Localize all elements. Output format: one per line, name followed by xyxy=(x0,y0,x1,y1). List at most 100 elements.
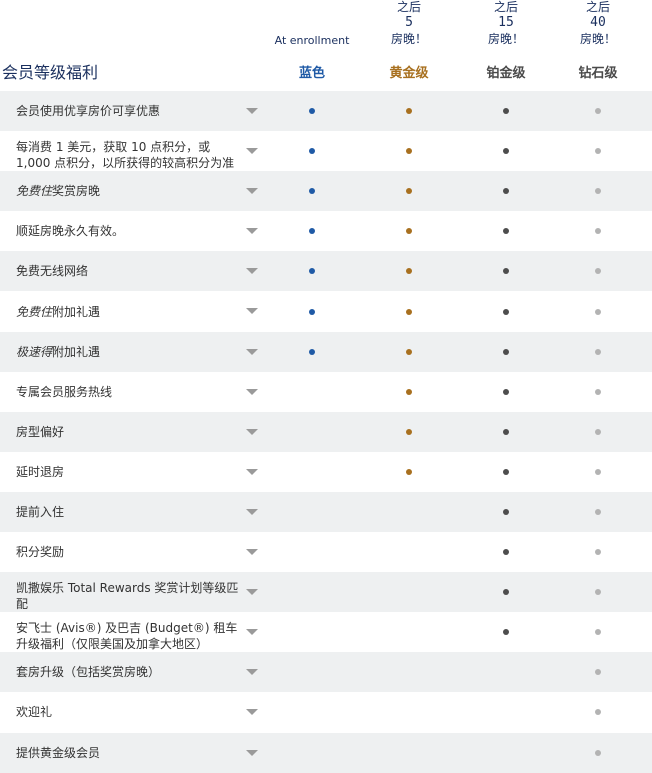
tier-included-dot-platinum xyxy=(503,188,509,195)
tier-name-gold: 黄金级 xyxy=(389,66,429,81)
benefit-label: 房型偏好 xyxy=(16,424,65,439)
tier-name-diamond: 钻石级 xyxy=(578,66,618,81)
tier-included-dot-diamond xyxy=(595,428,601,435)
benefit-label: 积分奖励 xyxy=(16,545,65,560)
tier-included-dot-gold xyxy=(406,348,412,355)
benefit-row[interactable]: 免费住奖赏房晚 xyxy=(0,171,652,212)
benefit-label: 会员使用优享房价可享优惠 xyxy=(16,104,161,119)
benefit-label-italic: 免费住 xyxy=(16,184,53,199)
table-title: 会员等级福利 xyxy=(2,63,99,82)
after-label: 之后 xyxy=(396,0,421,14)
tier-included-dot-platinum xyxy=(503,108,509,115)
nights-label: 房晚！ xyxy=(579,32,616,46)
tier-included-dot-diamond xyxy=(595,268,601,275)
tier-included-dot-blue xyxy=(309,348,315,355)
expand-chevron-icon[interactable] xyxy=(246,428,258,435)
tier-included-dot-blue xyxy=(309,268,315,275)
tier-included-dot-diamond xyxy=(595,148,601,155)
nights-required: 40 xyxy=(590,15,606,30)
benefit-row[interactable]: 提前入住 xyxy=(0,491,652,533)
benefit-label-rest: 附加礼遇 xyxy=(52,304,101,319)
tier-included-dot-blue xyxy=(309,188,315,195)
expand-chevron-icon[interactable] xyxy=(246,228,258,235)
expand-chevron-icon[interactable] xyxy=(246,268,258,275)
tier-included-dot-gold xyxy=(406,108,412,115)
tier-included-dot-blue xyxy=(309,308,315,315)
expand-chevron-icon[interactable] xyxy=(246,468,258,475)
tier-included-dot-platinum xyxy=(503,228,509,235)
benefit-label-rest: 附加礼遇 xyxy=(52,344,101,359)
expand-chevron-icon[interactable] xyxy=(246,589,258,596)
expand-chevron-icon[interactable] xyxy=(246,188,258,195)
enrollment-label: At enrollment xyxy=(274,34,350,47)
tier-included-dot-platinum xyxy=(503,508,509,515)
tier-column-gold: 之后 5 房晚！ 黄金级 xyxy=(361,0,457,81)
benefit-row[interactable]: 凯撒娱乐 Total Rewards 奖赏计划等级匹配 xyxy=(0,572,652,613)
benefit-label: 免费住附加礼遇 xyxy=(16,304,242,320)
tier-included-dot-diamond xyxy=(595,348,601,355)
tier-included-dot-diamond xyxy=(595,188,601,195)
tier-included-dot-platinum xyxy=(503,589,509,596)
tier-included-dot-diamond xyxy=(595,228,601,235)
tier-included-dot-gold xyxy=(406,388,412,395)
tier-included-dot-diamond xyxy=(595,508,601,515)
tier-included-dot-diamond xyxy=(595,468,601,475)
benefit-label: 凯撒娱乐 Total Rewards 奖赏计划等级匹配 xyxy=(16,581,239,612)
benefit-row[interactable]: 免费无线网络 xyxy=(0,251,652,292)
tier-included-dot-platinum xyxy=(503,468,509,475)
benefit-row[interactable]: 每消费 1 美元，获取 10 点积分，或 1,000 点积分，以所获得的较高积分… xyxy=(0,131,652,171)
benefit-label: 极速得附加礼遇 xyxy=(16,344,242,360)
expand-chevron-icon[interactable] xyxy=(246,348,258,355)
expand-chevron-icon[interactable] xyxy=(246,629,258,636)
tier-included-dot-gold xyxy=(406,228,412,235)
tier-included-dot-platinum xyxy=(503,148,509,155)
tier-included-dot-platinum xyxy=(503,629,509,636)
expand-chevron-icon[interactable] xyxy=(246,148,258,155)
expand-chevron-icon[interactable] xyxy=(246,549,258,556)
benefit-row[interactable]: 顺延房晚永久有效。 xyxy=(0,211,652,251)
benefit-row[interactable]: 安飞士 (Avis®) 及巴吉 (Budget®) 租车升级福利（仅限美国及加拿… xyxy=(0,612,652,652)
benefit-label: 欢迎礼 xyxy=(16,705,53,720)
expand-chevron-icon[interactable] xyxy=(246,508,258,515)
benefit-row[interactable]: 会员使用优享房价可享优惠 xyxy=(0,91,652,132)
tier-name-platinum: 铂金级 xyxy=(486,66,526,81)
expand-chevron-icon[interactable] xyxy=(246,108,258,114)
expand-chevron-icon[interactable] xyxy=(246,388,258,395)
tier-included-dot-gold xyxy=(406,308,412,315)
tier-included-dot-platinum xyxy=(503,428,509,435)
benefit-row[interactable]: 房型偏好 xyxy=(0,411,652,452)
benefit-label: 免费住奖赏房晚 xyxy=(16,183,242,199)
tier-included-dot-blue xyxy=(309,108,315,115)
tier-included-dot-platinum xyxy=(503,388,509,395)
tier-included-dot-diamond xyxy=(595,709,601,716)
tier-included-dot-diamond xyxy=(595,749,601,756)
benefit-row[interactable]: 免费住附加礼遇 xyxy=(0,291,652,331)
benefit-row[interactable]: 专属会员服务热线 xyxy=(0,372,652,412)
tier-column-diamond: 之后 40 房晚！ 钻石级 xyxy=(550,0,646,81)
benefit-row[interactable]: 套房升级（包括奖赏房晚） xyxy=(0,652,652,693)
tier-column-platinum: 之后 15 房晚！ 铂金级 xyxy=(458,0,554,81)
benefit-row[interactable]: 提供黄金级会员 xyxy=(0,732,652,773)
benefit-label-rest: 奖赏房晚 xyxy=(52,184,101,199)
benefit-label-italic: 免费住 xyxy=(16,304,53,319)
tier-included-dot-platinum xyxy=(503,268,509,275)
benefit-label-italic: 极速得 xyxy=(16,344,53,359)
tier-included-dot-diamond xyxy=(595,589,601,596)
expand-chevron-icon[interactable] xyxy=(246,749,258,756)
expand-chevron-icon[interactable] xyxy=(246,308,258,315)
benefit-label: 延时退房 xyxy=(16,464,65,479)
expand-chevron-icon[interactable] xyxy=(246,669,258,676)
tier-included-dot-gold xyxy=(406,428,412,435)
expand-chevron-icon[interactable] xyxy=(246,709,258,716)
tier-included-dot-blue xyxy=(309,148,315,155)
benefit-row[interactable]: 极速得附加礼遇 xyxy=(0,331,652,372)
benefit-row[interactable]: 欢迎礼 xyxy=(0,692,652,732)
nights-required: 15 xyxy=(498,15,514,30)
benefits-table: 会员使用优享房价可享优惠每消费 1 美元，获取 10 点积分，或 1,000 点… xyxy=(0,91,652,773)
tier-included-dot-diamond xyxy=(595,108,601,115)
after-label: 之后 xyxy=(585,0,610,14)
benefit-row[interactable]: 延时退房 xyxy=(0,452,652,492)
benefit-row[interactable]: 积分奖励 xyxy=(0,532,652,572)
tier-included-dot-gold xyxy=(406,148,412,155)
tier-header: 会员等级福利 At enrollment 蓝色 之后 5 房晚！ 黄金级 之后 … xyxy=(0,0,652,91)
